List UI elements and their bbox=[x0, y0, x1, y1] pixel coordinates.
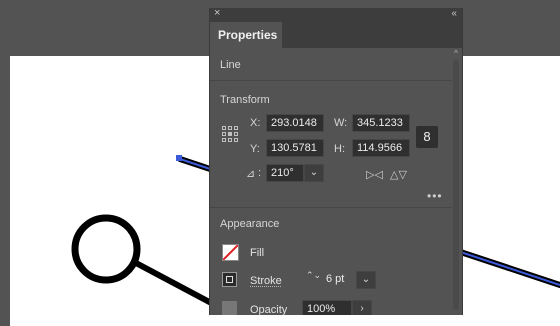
scroll-up-icon[interactable]: ^ bbox=[452, 50, 460, 58]
angle-dropdown-chevron-icon[interactable]: ⌄ bbox=[304, 164, 324, 182]
panel-scrollbar[interactable]: ^ bbox=[452, 50, 460, 312]
height-field[interactable]: 114.9566 bbox=[352, 139, 410, 157]
rotate-angle-icon: ⊿ bbox=[246, 168, 256, 180]
stroke-weight-field[interactable]: 6 pt bbox=[322, 271, 356, 289]
transform-heading: Transform bbox=[220, 94, 270, 106]
x-field[interactable]: 293.0148 bbox=[266, 114, 324, 132]
flip-horizontal-icon[interactable]: ▷◁ bbox=[366, 168, 383, 181]
divider bbox=[210, 207, 452, 208]
tab-properties[interactable]: Properties bbox=[210, 22, 282, 48]
appearance-heading: Appearance bbox=[220, 218, 280, 230]
magnifier-handle bbox=[134, 260, 217, 308]
more-options-icon[interactable]: ••• bbox=[427, 189, 443, 203]
stroke-link[interactable]: Stroke bbox=[250, 275, 282, 287]
angle-colon: : bbox=[258, 167, 262, 179]
stroke-weight-chevron-icon[interactable]: ⌄ bbox=[356, 271, 376, 289]
opacity-arrow-icon[interactable]: › bbox=[352, 300, 372, 315]
width-field[interactable]: 345.1233 bbox=[352, 114, 410, 132]
scroll-track[interactable] bbox=[453, 60, 459, 310]
h-label: H: bbox=[334, 143, 345, 155]
magnifier-circle bbox=[71, 214, 141, 284]
selection-type-label: Line bbox=[220, 59, 241, 71]
opacity-field[interactable]: 100% bbox=[302, 300, 352, 315]
y-label: Y: bbox=[250, 143, 260, 155]
rotate-angle-field[interactable]: 210° bbox=[266, 164, 304, 182]
flip-vertical-icon[interactable]: △▽ bbox=[390, 168, 407, 181]
selection-anchor bbox=[176, 155, 182, 161]
reference-point-icon[interactable] bbox=[222, 126, 238, 142]
w-label: W: bbox=[334, 117, 348, 129]
opacity-swatch-icon[interactable] bbox=[222, 301, 237, 315]
y-field[interactable]: 130.5781 bbox=[266, 139, 324, 157]
fill-label: Fill bbox=[250, 247, 265, 259]
fill-swatch-none-icon[interactable] bbox=[222, 244, 239, 261]
properties-panel: × ‹‹ Properties ^ Line Transform X: 293.… bbox=[209, 8, 463, 315]
divider bbox=[210, 80, 452, 81]
panel-titlebar: × ‹‹ bbox=[210, 8, 462, 22]
stroke-weight-stepper-icon[interactable]: ⌃⌄ bbox=[306, 271, 321, 289]
opacity-label: Opacity bbox=[250, 304, 288, 315]
x-label: X: bbox=[250, 117, 261, 129]
tab-bar: Properties bbox=[210, 22, 462, 48]
stroke-swatch-icon[interactable] bbox=[222, 272, 237, 287]
collapse-panel-icon[interactable]: ‹‹ bbox=[451, 8, 457, 19]
constrain-proportions-link-icon[interactable]: 8 bbox=[416, 126, 438, 148]
close-panel-icon[interactable]: × bbox=[214, 8, 220, 19]
